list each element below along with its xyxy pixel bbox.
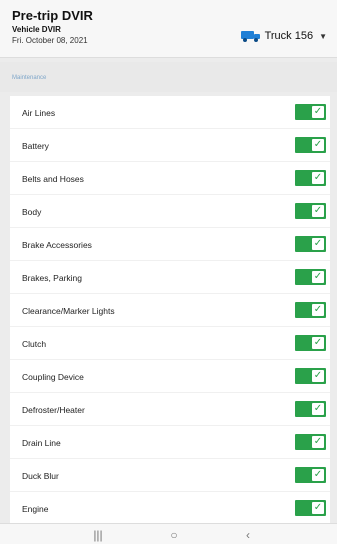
checkmark-icon: ✓ bbox=[312, 106, 324, 118]
list-item-label: Belts and Hoses bbox=[22, 174, 84, 184]
list-item: Clutch ✓ bbox=[10, 327, 330, 360]
list-item: Air Lines ✓ bbox=[10, 96, 330, 129]
list-item: Body ✓ bbox=[10, 195, 330, 228]
checkmark-icon: ✓ bbox=[312, 337, 324, 349]
checkmark-icon: ✓ bbox=[312, 139, 324, 151]
inspection-toggle[interactable]: ✓ bbox=[295, 368, 326, 384]
list-item-label: Brake Accessories bbox=[22, 240, 92, 250]
list-item: Belts and Hoses ✓ bbox=[10, 162, 330, 195]
list-item: Engine ✓ bbox=[10, 492, 330, 525]
checkmark-icon: ✓ bbox=[312, 304, 324, 316]
home-icon[interactable]: ○ bbox=[162, 527, 186, 543]
page-subtitle: Vehicle DVIR bbox=[12, 25, 61, 34]
list-item-label: Drain Line bbox=[22, 438, 61, 448]
vehicle-selector[interactable]: Truck 156 ▼ bbox=[240, 29, 327, 43]
checkmark-icon: ✓ bbox=[312, 436, 324, 448]
inspection-toggle[interactable]: ✓ bbox=[295, 434, 326, 450]
date-label: Fri. October 08, 2021 bbox=[12, 36, 88, 45]
list-item-label: Defroster/Heater bbox=[22, 405, 85, 415]
list-item: Battery ✓ bbox=[10, 129, 330, 162]
list-item: Defroster/Heater ✓ bbox=[10, 393, 330, 426]
list-item-label: Brakes, Parking bbox=[22, 273, 82, 283]
list-item: Coupling Device ✓ bbox=[10, 360, 330, 393]
inspection-toggle[interactable]: ✓ bbox=[295, 104, 326, 120]
section-label: Maintenance bbox=[12, 75, 47, 81]
recent-apps-icon[interactable]: ||| bbox=[86, 527, 110, 543]
checkmark-icon: ✓ bbox=[312, 172, 324, 184]
chevron-down-icon[interactable]: ▼ bbox=[319, 32, 327, 41]
page-title: Pre-trip DVIR bbox=[12, 8, 93, 23]
inspection-toggle[interactable]: ✓ bbox=[295, 500, 326, 516]
inspection-toggle[interactable]: ✓ bbox=[295, 401, 326, 417]
list-item: Clearance/Marker Lights ✓ bbox=[10, 294, 330, 327]
inspection-toggle[interactable]: ✓ bbox=[295, 269, 326, 285]
inspection-toggle[interactable]: ✓ bbox=[295, 335, 326, 351]
inspection-list: Air Lines ✓ Battery ✓ Belts and Hoses ✓ Body ✓ B… bbox=[10, 96, 330, 525]
checkmark-icon: ✓ bbox=[312, 271, 324, 283]
inspection-toggle[interactable]: ✓ bbox=[295, 467, 326, 483]
list-item-label: Air Lines bbox=[22, 108, 56, 118]
inspection-toggle[interactable]: ✓ bbox=[295, 170, 326, 186]
system-navigation-bar: ||| ○ ‹ bbox=[0, 523, 337, 544]
list-item: Drain Line ✓ bbox=[10, 426, 330, 459]
checkmark-icon: ✓ bbox=[312, 370, 324, 382]
checkmark-icon: ✓ bbox=[312, 469, 324, 481]
list-item-label: Coupling Device bbox=[22, 372, 84, 382]
header: Pre-trip DVIR Vehicle DVIR Fri. October … bbox=[0, 0, 337, 58]
list-item: Brakes, Parking ✓ bbox=[10, 261, 330, 294]
back-icon[interactable]: ‹ bbox=[236, 527, 260, 543]
checkmark-icon: ✓ bbox=[312, 205, 324, 217]
list-item-label: Engine bbox=[22, 504, 49, 514]
checkmark-icon: ✓ bbox=[312, 502, 324, 514]
inspection-toggle[interactable]: ✓ bbox=[295, 236, 326, 252]
list-item-label: Clearance/Marker Lights bbox=[22, 306, 115, 316]
inspection-toggle[interactable]: ✓ bbox=[295, 302, 326, 318]
inspection-toggle[interactable]: ✓ bbox=[295, 203, 326, 219]
truck-icon bbox=[240, 29, 262, 43]
list-item: Duck Blur ✓ bbox=[10, 459, 330, 492]
list-item-label: Duck Blur bbox=[22, 471, 59, 481]
checkmark-icon: ✓ bbox=[312, 238, 324, 250]
list-item: Brake Accessories ✓ bbox=[10, 228, 330, 261]
vehicle-label[interactable]: Truck 156 bbox=[265, 30, 314, 42]
list-item-label: Clutch bbox=[22, 339, 47, 349]
inspection-toggle[interactable]: ✓ bbox=[295, 137, 326, 153]
list-item-label: Body bbox=[22, 207, 42, 217]
checkmark-icon: ✓ bbox=[312, 403, 324, 415]
maintenance-section-header: Maintenance bbox=[0, 62, 337, 92]
list-item-label: Battery bbox=[22, 141, 49, 151]
